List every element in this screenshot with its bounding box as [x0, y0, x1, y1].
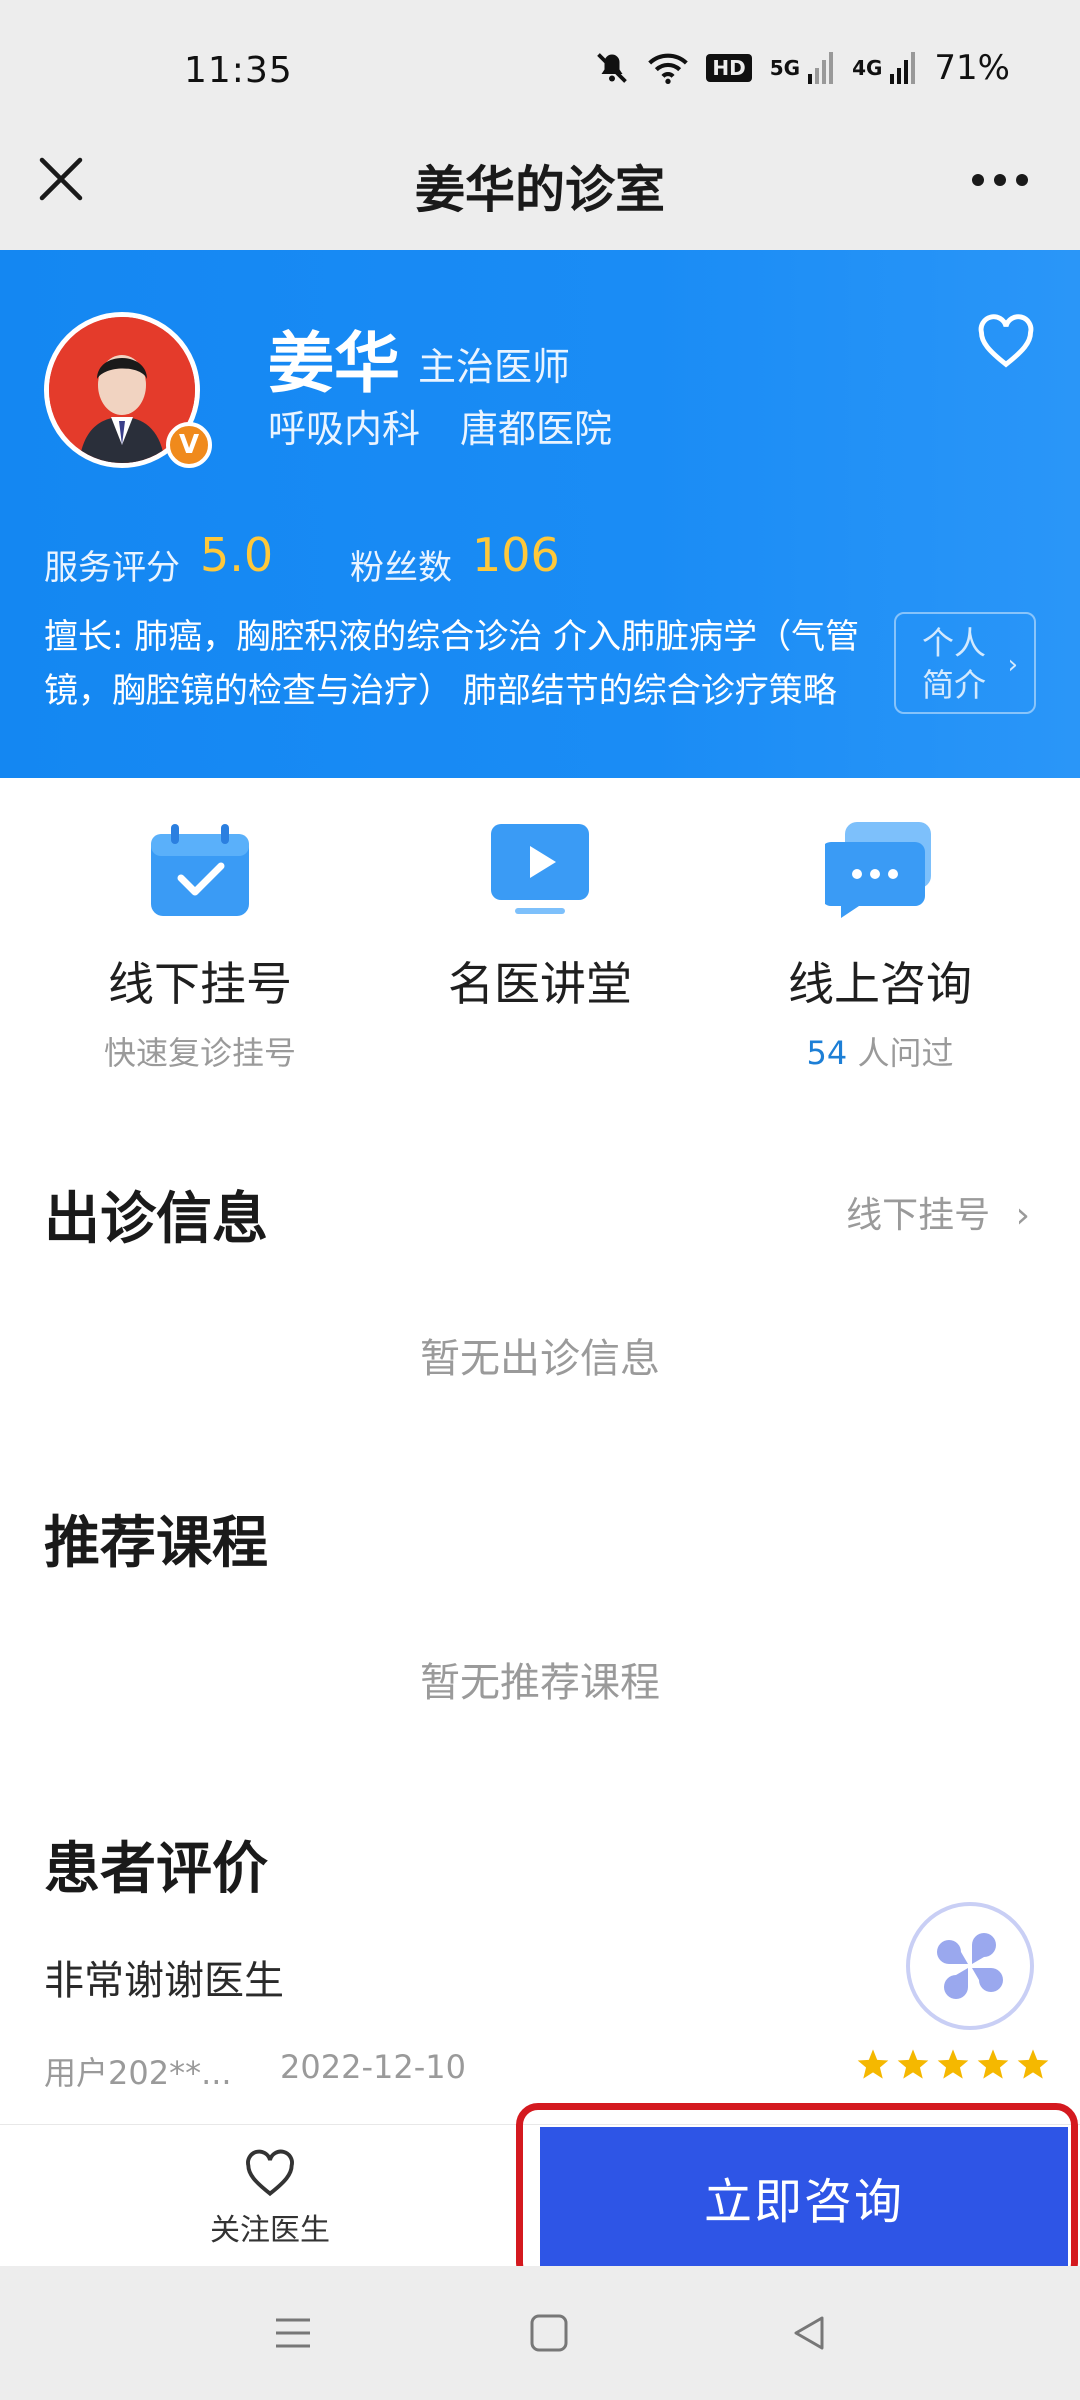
- review-date: 2022-12-10: [280, 2048, 466, 2086]
- offline-registration-action[interactable]: 线下挂号 快速复诊挂号: [20, 800, 380, 1074]
- profile-intro-button[interactable]: 个人 简介 ›: [894, 612, 1036, 714]
- status-time: 11:35: [184, 50, 293, 91]
- reviews-section-title: 患者评价: [44, 1837, 268, 1902]
- review-text: 非常谢谢医生: [44, 1958, 284, 2004]
- follow-doctor-label: 关注医生: [210, 2213, 330, 2248]
- doctor-department: 呼吸内科: [268, 407, 421, 451]
- video-play-icon: [491, 824, 589, 914]
- doctor-name: 姜华: [268, 325, 400, 402]
- menu-nav-button[interactable]: [268, 2308, 318, 2358]
- system-nav-bar: [0, 2266, 1080, 2400]
- action-label: 线上咨询: [788, 957, 972, 1011]
- more-options-button[interactable]: [970, 170, 1030, 190]
- star-icon: [977, 2049, 1009, 2079]
- floating-menu-button[interactable]: [906, 1902, 1034, 2030]
- action-label: 名医讲堂: [448, 957, 632, 1011]
- star-icon: [937, 2049, 969, 2079]
- calendar-check-icon: [151, 824, 249, 916]
- follow-doctor-button[interactable]: 关注医生: [200, 2149, 340, 2249]
- more-icon: [972, 174, 1028, 186]
- star-icon: [1017, 2049, 1049, 2079]
- consult-now-button[interactable]: 立即咨询: [540, 2127, 1068, 2267]
- consult-count-number: 54: [806, 1034, 848, 1072]
- back-nav-button[interactable]: [784, 2308, 834, 2358]
- network-4g-label: 4G: [852, 56, 883, 80]
- favorite-heart-button[interactable]: [976, 314, 1036, 368]
- consult-count: 54 人问过: [700, 1028, 1060, 1074]
- hd-voice-badge: HD: [706, 54, 752, 82]
- fans-value: 106: [472, 528, 560, 582]
- schedule-empty-text: 暂无出诊信息: [420, 1336, 660, 1382]
- status-icons: HD 5G 4G 71%: [594, 48, 1010, 88]
- home-square-icon: [530, 2314, 568, 2352]
- doctor-hospital: 唐都医院: [460, 407, 613, 451]
- doctor-header-card: V 姜华 主治医师 呼吸内科 唐都医院 服务评分 5.0 粉丝数 106 擅长:…: [0, 250, 1080, 778]
- network-5g-label: 5G: [769, 56, 801, 80]
- online-consult-action[interactable]: 线上咨询 54 人问过: [700, 800, 1060, 1074]
- fans-label: 粉丝数: [350, 548, 452, 588]
- action-label: 线下挂号: [108, 957, 292, 1011]
- heart-icon: [978, 314, 1034, 368]
- link-label: 线下挂号: [846, 1195, 991, 1236]
- bottom-action-bar: 关注医生 立即咨询: [0, 2103, 1080, 2285]
- star-icon: [897, 2049, 929, 2079]
- rating-label: 服务评分: [44, 548, 180, 588]
- rating-value: 5.0: [200, 528, 274, 582]
- signal-icon: [808, 52, 834, 84]
- offline-registration-link[interactable]: 线下挂号 ›: [846, 1186, 1030, 1238]
- mute-icon: [594, 50, 630, 86]
- verified-badge: V: [166, 422, 212, 468]
- schedule-section-title: 出诊信息: [44, 1187, 268, 1252]
- quick-actions: 线下挂号 快速复诊挂号 名医讲堂 线上咨询 54 人问过: [0, 800, 1080, 1090]
- chat-bubble-icon: [825, 822, 931, 918]
- consult-count-suffix: 人问过: [847, 1034, 954, 1072]
- chevron-right-icon: ›: [1007, 650, 1018, 680]
- doctor-title: 主治医师: [418, 345, 571, 389]
- chevron-right-icon: ›: [1015, 1195, 1030, 1236]
- lecture-hall-action[interactable]: 名医讲堂: [360, 800, 720, 1014]
- review-user: 用户202**...: [44, 2054, 232, 2092]
- title-bar: 姜华的诊室: [0, 110, 1080, 250]
- courses-section-title: 推荐课程: [44, 1511, 268, 1576]
- star-icon: [857, 2049, 889, 2079]
- wifi-icon: [648, 51, 689, 85]
- battery-level: 71%: [934, 48, 1010, 88]
- review-stars: [856, 2048, 1050, 2080]
- doctor-expertise: 擅长: 肺癌，胸腔积液的综合诊治 介入肺脏病学（气管镜，胸腔镜的检查与治疗） 肺…: [44, 617, 860, 711]
- action-sublabel: 快速复诊挂号: [103, 1034, 296, 1072]
- signal-icon: [890, 52, 916, 84]
- menu-icon: [276, 2318, 310, 2348]
- back-triangle-icon: [794, 2316, 824, 2350]
- heart-icon: [246, 2149, 294, 2197]
- clover-icon: [937, 1933, 1003, 1999]
- home-nav-button[interactable]: [524, 2308, 574, 2358]
- courses-empty-text: 暂无推荐课程: [420, 1660, 660, 1706]
- page-title: 姜华的诊室: [415, 161, 665, 219]
